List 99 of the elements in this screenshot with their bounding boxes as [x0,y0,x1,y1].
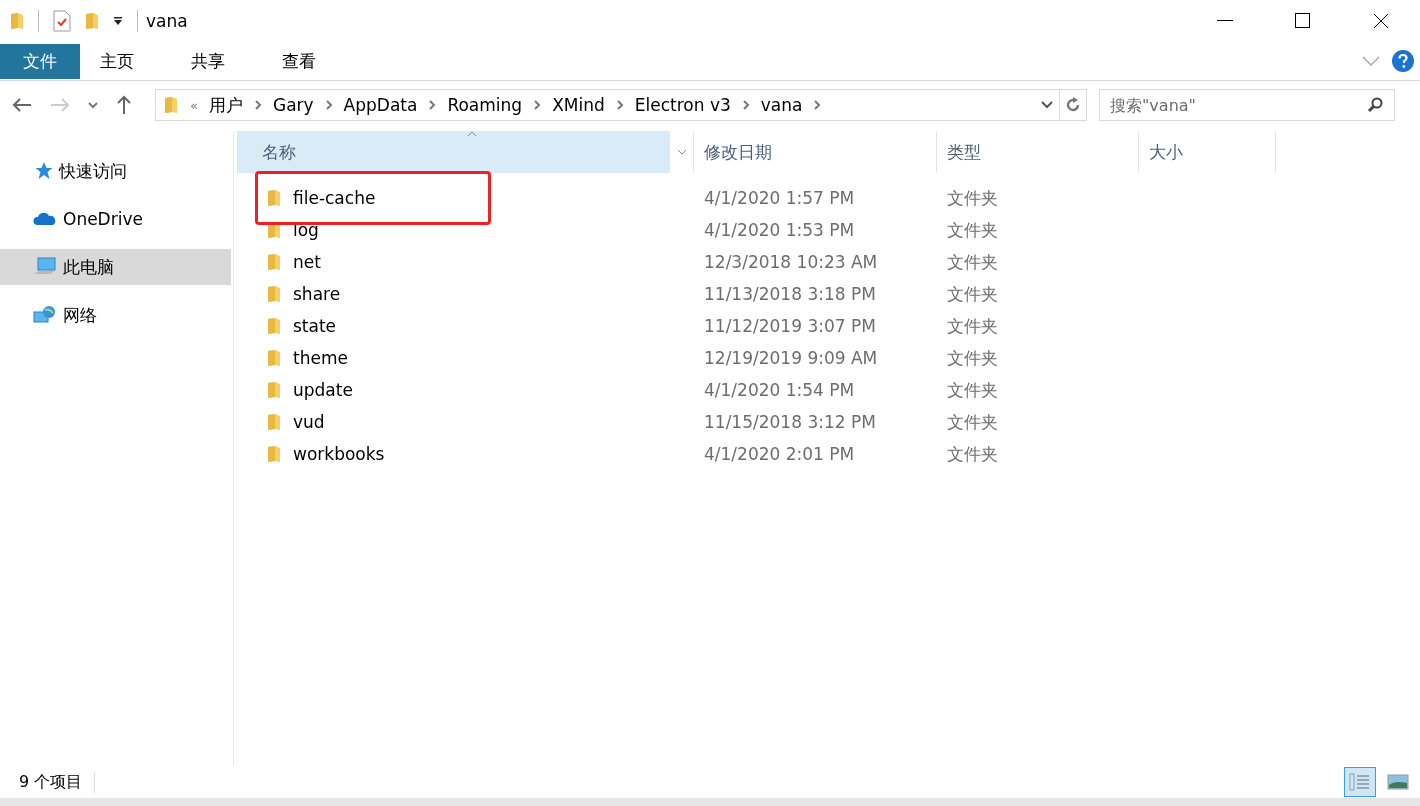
modified-date: 12/19/2019 9:09 AM [703,348,879,368]
folder-icon [267,317,281,335]
folder-row[interactable]: net 12/3/2018 10:23 AM 文件夹 [237,246,1420,278]
file-type: 文件夹 [946,218,998,242]
overflow-marker[interactable]: « [190,97,198,113]
file-type: 文件夹 [946,442,998,466]
folder-row[interactable]: share 11/13/2018 3:18 PM 文件夹 [237,278,1420,310]
folder-row[interactable]: state 11/12/2019 3:07 PM 文件夹 [237,310,1420,342]
column-header[interactable]: 类型 [937,131,1139,173]
modified-date: 11/12/2019 3:07 PM [703,316,877,336]
navigation-item[interactable]: 快速访问 [0,153,231,189]
minimize-icon [1217,20,1233,22]
folder-icon [164,96,178,114]
cloud-icon [33,212,57,226]
column-header[interactable]: 名称 [237,131,694,173]
file-type: 文件夹 [946,346,998,370]
navigation-item[interactable]: OneDrive [0,201,231,237]
modified-date: 4/1/2020 1:54 PM [703,380,856,400]
folder-icon [10,12,24,30]
chevron-down-icon[interactable] [676,149,687,155]
column-header[interactable]: 修改日期 [694,131,937,173]
close-icon [1373,13,1389,29]
folder-icon [267,349,281,367]
help-icon[interactable] [1392,50,1414,72]
address-bar[interactable]: « 用户 Gary AppData Roaming XMind Electron v3 vana [155,89,1087,121]
refresh-icon[interactable] [1065,97,1081,113]
landscape-image-icon [1387,774,1409,790]
file-name: theme [293,348,348,368]
file-type: 文件夹 [946,410,998,434]
file-name: share [293,284,341,304]
file-type: 文件夹 [946,186,998,210]
folder-icon [267,445,281,463]
breadcrumb[interactable]: 用户 [208,93,243,117]
chevron-right-icon[interactable] [324,99,333,111]
file-name: vud [293,412,325,432]
document-check-icon[interactable] [53,10,71,32]
file-name: state [293,316,337,336]
chevron-right-icon[interactable] [813,99,822,111]
up-arrow-icon[interactable] [116,95,132,115]
dropdown-icon[interactable] [113,16,123,26]
folder-row[interactable]: file-cache 4/1/2020 1:57 PM 文件夹 [237,182,1420,214]
modified-date: 4/1/2020 1:57 PM [703,188,856,208]
folder-row[interactable]: theme 12/19/2019 9:09 AM 文件夹 [237,342,1420,374]
modified-date: 11/13/2018 3:18 PM [703,284,877,304]
navigation-item[interactable]: 此电脑 [0,249,231,285]
breadcrumb[interactable]: Roaming [447,95,523,115]
file-name: file-cache [293,188,376,208]
modified-date: 12/3/2018 10:23 AM [703,252,879,272]
chevron-right-icon[interactable] [615,99,624,111]
file-type: 文件夹 [946,250,998,274]
chevron-right-icon[interactable] [253,99,262,111]
chevron-down-icon[interactable] [88,101,98,109]
folder-icon [267,253,281,271]
details-list-icon [1349,772,1371,792]
file-type: 文件夹 [946,378,998,402]
column-header[interactable]: 大小 [1139,131,1276,173]
computer-icon [33,257,57,277]
ribbon-tab[interactable]: 查看 [262,43,336,79]
file-name: update [293,380,353,400]
chevron-down-icon[interactable] [1041,101,1053,109]
breadcrumb[interactable]: XMind [552,95,605,115]
details-view-button[interactable] [1344,767,1376,797]
search-icon[interactable] [1367,97,1383,113]
folder-row[interactable]: workbooks 4/1/2020 2:01 PM 文件夹 [237,438,1420,470]
chevron-icon[interactable] [1362,56,1380,66]
file-type: 文件夹 [946,282,998,306]
window-title: vana [146,11,188,31]
chevron-right-icon[interactable] [533,99,542,111]
file-name: workbooks [293,444,385,464]
chevron-right-icon[interactable] [428,99,437,111]
modified-date: 4/1/2020 1:53 PM [703,220,856,240]
folder-icon [267,189,281,207]
ribbon-tab[interactable]: 主页 [80,43,154,79]
star-icon [33,162,53,180]
folder-icon [267,285,281,303]
back-arrow-icon[interactable] [12,97,32,113]
item-count: 9 个项目 [19,771,96,793]
breadcrumb[interactable]: Electron v3 [634,95,731,115]
search-field[interactable]: 搜索"vana" [1099,89,1395,121]
folder-row[interactable]: log 4/1/2020 1:53 PM 文件夹 [237,214,1420,246]
file-type: 文件夹 [946,314,998,338]
folder-icon [267,381,281,399]
modified-date: 4/1/2020 2:01 PM [703,444,856,464]
modified-date: 11/15/2018 3:12 PM [703,412,877,432]
file-name: net [293,252,321,272]
breadcrumb[interactable]: Gary [272,95,314,115]
sort-caret-icon [467,131,477,137]
maximize-icon [1295,13,1311,29]
network-icon [33,305,57,325]
ribbon-tab[interactable]: 文件 [0,43,80,79]
folder-icon [267,413,281,431]
breadcrumb[interactable]: vana [760,95,803,115]
folder-row[interactable]: update 4/1/2020 1:54 PM 文件夹 [237,374,1420,406]
folder-row[interactable]: vud 11/15/2018 3:12 PM 文件夹 [237,406,1420,438]
ribbon-tab[interactable]: 共享 [171,43,245,79]
breadcrumb[interactable]: AppData [343,95,418,115]
file-name: log [293,220,319,240]
chevron-right-icon[interactable] [741,99,750,111]
navigation-item[interactable]: 网络 [0,297,231,333]
